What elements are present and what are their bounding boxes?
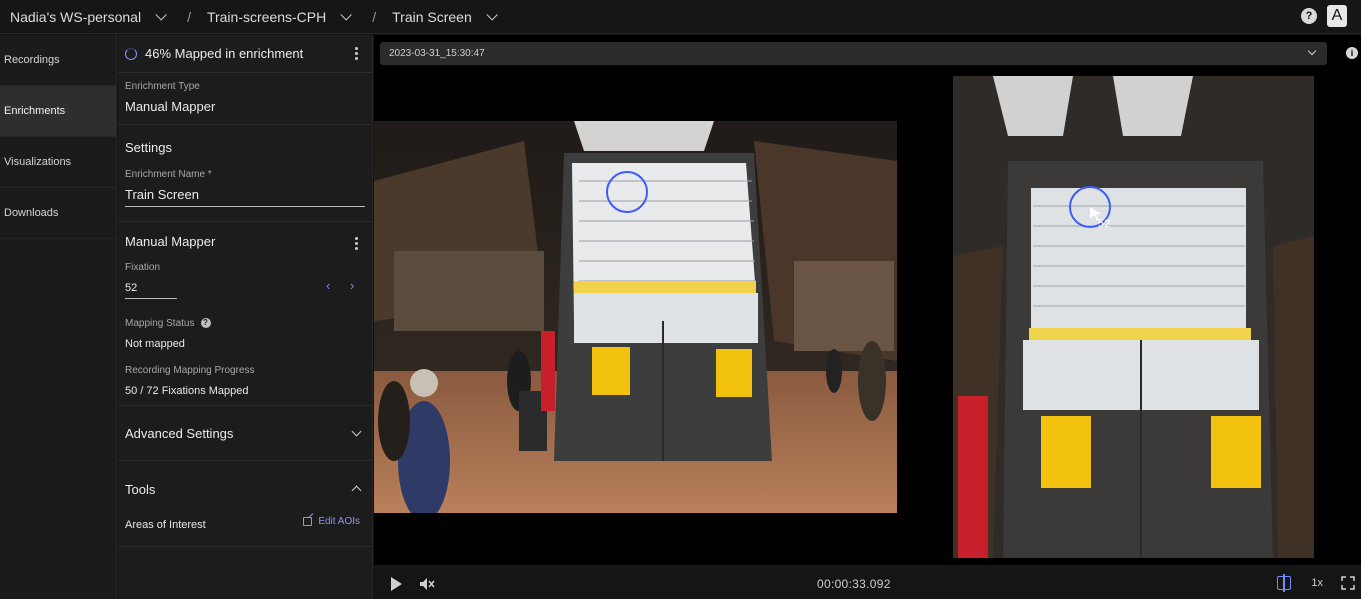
nav-item-recordings[interactable]: Recordings — [0, 35, 116, 86]
fixation-input[interactable]: 52 — [125, 282, 177, 299]
reference-image[interactable]: 52 — [953, 76, 1314, 558]
breadcrumb-separator: / — [187, 8, 191, 25]
recording-select-value: 2023-03-31_15:30:47 — [389, 48, 485, 59]
nav-item-enrichments[interactable]: Enrichments — [0, 86, 116, 137]
enrichment-name-field[interactable]: Train Screen — [125, 187, 365, 207]
nav-item-visualizations[interactable]: Visualizations — [0, 137, 116, 188]
enrichment-type-value: Manual Mapper — [125, 99, 216, 114]
top-bar: Nadia's WS-personal / Train-screens-CPH … — [0, 0, 1361, 34]
side-nav: Recordings Enrichments Visualizations Do… — [0, 35, 117, 599]
mapping-progress-value: 50 / 72 Fixations Mapped — [125, 385, 249, 397]
settings-title: Settings — [125, 140, 172, 155]
mapping-progress-label: Recording Mapping Progress — [125, 365, 255, 376]
mapper-options-icon[interactable] — [355, 237, 358, 250]
chevron-down-icon — [1307, 46, 1317, 56]
enrichment-type-label: Enrichment Type — [125, 81, 200, 92]
edit-aois-label: Edit AOIs — [318, 516, 360, 527]
enrichment-type-section: Enrichment Type Manual Mapper — [118, 73, 372, 125]
manual-mapper-title: Manual Mapper — [125, 234, 216, 249]
chevron-down-icon — [486, 8, 498, 21]
playback-controls: 00:00:33.092 1x — [374, 565, 1361, 599]
manual-mapper-section: Manual Mapper Fixation 52 ‹ › Mapping St… — [118, 222, 372, 406]
help-icon: ? — [200, 318, 211, 329]
aoi-row: Areas of Interest Edit AOIs — [118, 515, 372, 533]
breadcrumb-enrichment-label: Train Screen — [392, 8, 472, 25]
chevron-down-icon — [340, 8, 353, 21]
edit-aois-button[interactable]: Edit AOIs — [303, 516, 360, 527]
scene-video-frame — [374, 121, 897, 513]
chevron-down-icon — [155, 8, 167, 21]
tools-title[interactable]: Tools — [118, 482, 372, 497]
settings-section: Settings Enrichment Name * Train Screen — [118, 125, 372, 222]
mapping-status-label: Mapping Status? — [118, 318, 372, 329]
nav-item-downloads[interactable]: Downloads — [0, 188, 116, 239]
tools-section: Tools Areas of Interest Edit AOIs — [118, 461, 372, 547]
avatar[interactable]: A — [1327, 5, 1347, 27]
video-area: 2023-03-31_15:30:47 i 52 00:00:33.092 1x — [374, 35, 1361, 599]
aoi-label: Areas of Interest — [125, 519, 206, 531]
play-icon[interactable] — [391, 577, 402, 591]
mute-icon[interactable] — [419, 577, 435, 591]
status-text: 46% Mapped in enrichment — [145, 46, 304, 61]
playback-speed[interactable]: 1x — [1311, 577, 1323, 589]
advanced-settings-toggle[interactable]: Advanced Settings — [118, 406, 372, 461]
enrichment-name-label: Enrichment Name * — [125, 169, 212, 180]
breadcrumb-project-label: Train-screens-CPH — [206, 8, 327, 25]
progress-spinner-icon — [125, 47, 137, 60]
timecode: 00:00:33.092 — [817, 577, 891, 591]
more-options-icon[interactable] — [355, 47, 358, 60]
next-fixation-icon[interactable]: › — [350, 278, 354, 293]
info-icon[interactable]: i — [1346, 47, 1358, 59]
fixation-label: Fixation — [125, 262, 161, 273]
breadcrumb-project[interactable]: Train-screens-CPH — [206, 8, 353, 25]
previous-fixation-icon[interactable]: ‹ — [326, 278, 330, 293]
edit-icon — [303, 517, 313, 526]
fullscreen-icon[interactable] — [1341, 576, 1355, 590]
help-icon[interactable]: ? — [1301, 8, 1317, 24]
enrichment-status: 46% Mapped in enrichment — [118, 35, 372, 73]
recording-select[interactable]: 2023-03-31_15:30:47 — [380, 42, 1327, 65]
breadcrumb-workspace-label: Nadia's WS-personal — [10, 8, 142, 25]
enrichment-panel: 46% Mapped in enrichment Enrichment Type… — [118, 35, 373, 599]
scene-video[interactable] — [374, 121, 897, 513]
mapping-status-value: Not mapped — [125, 338, 185, 350]
breadcrumb-enrichment[interactable]: Train Screen — [392, 8, 498, 25]
chevron-down-icon — [351, 426, 362, 437]
breadcrumb-workspace[interactable]: Nadia's WS-personal — [10, 8, 167, 25]
mapping-status-label-text: Mapping Status — [125, 318, 195, 329]
advanced-settings-title: Advanced Settings — [125, 425, 234, 441]
breadcrumb-separator: / — [372, 8, 377, 25]
fixation-marker-label: 52 — [1098, 218, 1110, 230]
reference-image-frame: 52 — [953, 76, 1314, 558]
split-view-icon[interactable] — [1277, 574, 1291, 592]
